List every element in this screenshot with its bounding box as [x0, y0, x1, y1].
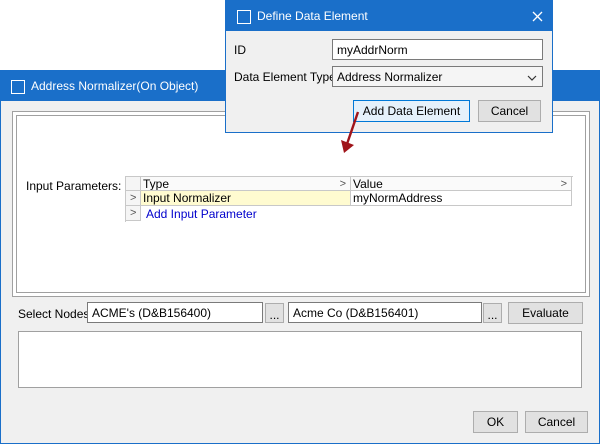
node1-browse-button[interactable]: ...: [265, 303, 284, 323]
chevron-right-icon: >: [339, 178, 346, 190]
table-cell-value[interactable]: myNormAddress: [351, 191, 572, 206]
node2-browse-button[interactable]: ...: [483, 303, 502, 323]
close-icon[interactable]: [522, 1, 552, 31]
chevron-down-icon: [527, 71, 537, 85]
node1-field[interactable]: ACME's (D&B156400): [87, 302, 263, 323]
column-header-value[interactable]: Value >: [351, 177, 572, 191]
parameters-inner-panel: Input Parameters: Type > Value > > Input…: [16, 115, 586, 293]
select-nodes-label: Select Nodes: [18, 307, 90, 321]
id-label: ID: [234, 43, 246, 57]
dialog-titlebar[interactable]: Define Data Element: [226, 1, 552, 31]
row-pointer-icon: >: [130, 207, 137, 219]
grid-corner: [126, 177, 141, 191]
parameters-panel: Input Parameters: Type > Value > > Input…: [12, 111, 590, 297]
row-header[interactable]: >: [126, 191, 141, 206]
main-window-title: Address Normalizer(On Object): [31, 79, 199, 93]
table-cell-type[interactable]: Input Normalizer: [141, 191, 351, 206]
id-field[interactable]: myAddrNorm: [332, 39, 543, 60]
arrow-annotation-icon: [341, 111, 360, 153]
dialog-title: Define Data Element: [257, 9, 368, 23]
add-row-header: >: [126, 206, 141, 221]
type-select[interactable]: Address Normalizer: [332, 66, 543, 87]
column-header-value-label: Value: [353, 177, 383, 191]
define-data-element-dialog: Define Data Element ID myAddrNorm Data E…: [225, 0, 553, 133]
type-label: Data Element Type: [234, 70, 336, 84]
type-select-value: Address Normalizer: [337, 70, 443, 84]
cancel-button[interactable]: Cancel: [525, 411, 588, 433]
window-icon: [237, 10, 251, 24]
add-input-parameter-link[interactable]: Add Input Parameter: [146, 207, 257, 221]
window-icon: [11, 80, 25, 94]
add-data-element-button[interactable]: Add Data Element: [353, 100, 470, 122]
evaluate-button[interactable]: Evaluate: [508, 302, 583, 324]
dialog-cancel-button[interactable]: Cancel: [478, 100, 541, 122]
row-pointer-icon: >: [130, 192, 137, 204]
node2-field[interactable]: Acme Co (D&B156401): [288, 302, 482, 323]
input-parameters-label: Input Parameters:: [26, 179, 122, 193]
chevron-right-icon: >: [560, 178, 567, 190]
evaluation-output-area[interactable]: [18, 331, 582, 388]
ok-button[interactable]: OK: [473, 411, 518, 433]
column-header-type-label: Type: [143, 177, 170, 191]
input-parameters-grid[interactable]: Type > Value > > Input Normalizer myNorm…: [125, 176, 573, 222]
column-header-type[interactable]: Type >: [141, 177, 351, 191]
